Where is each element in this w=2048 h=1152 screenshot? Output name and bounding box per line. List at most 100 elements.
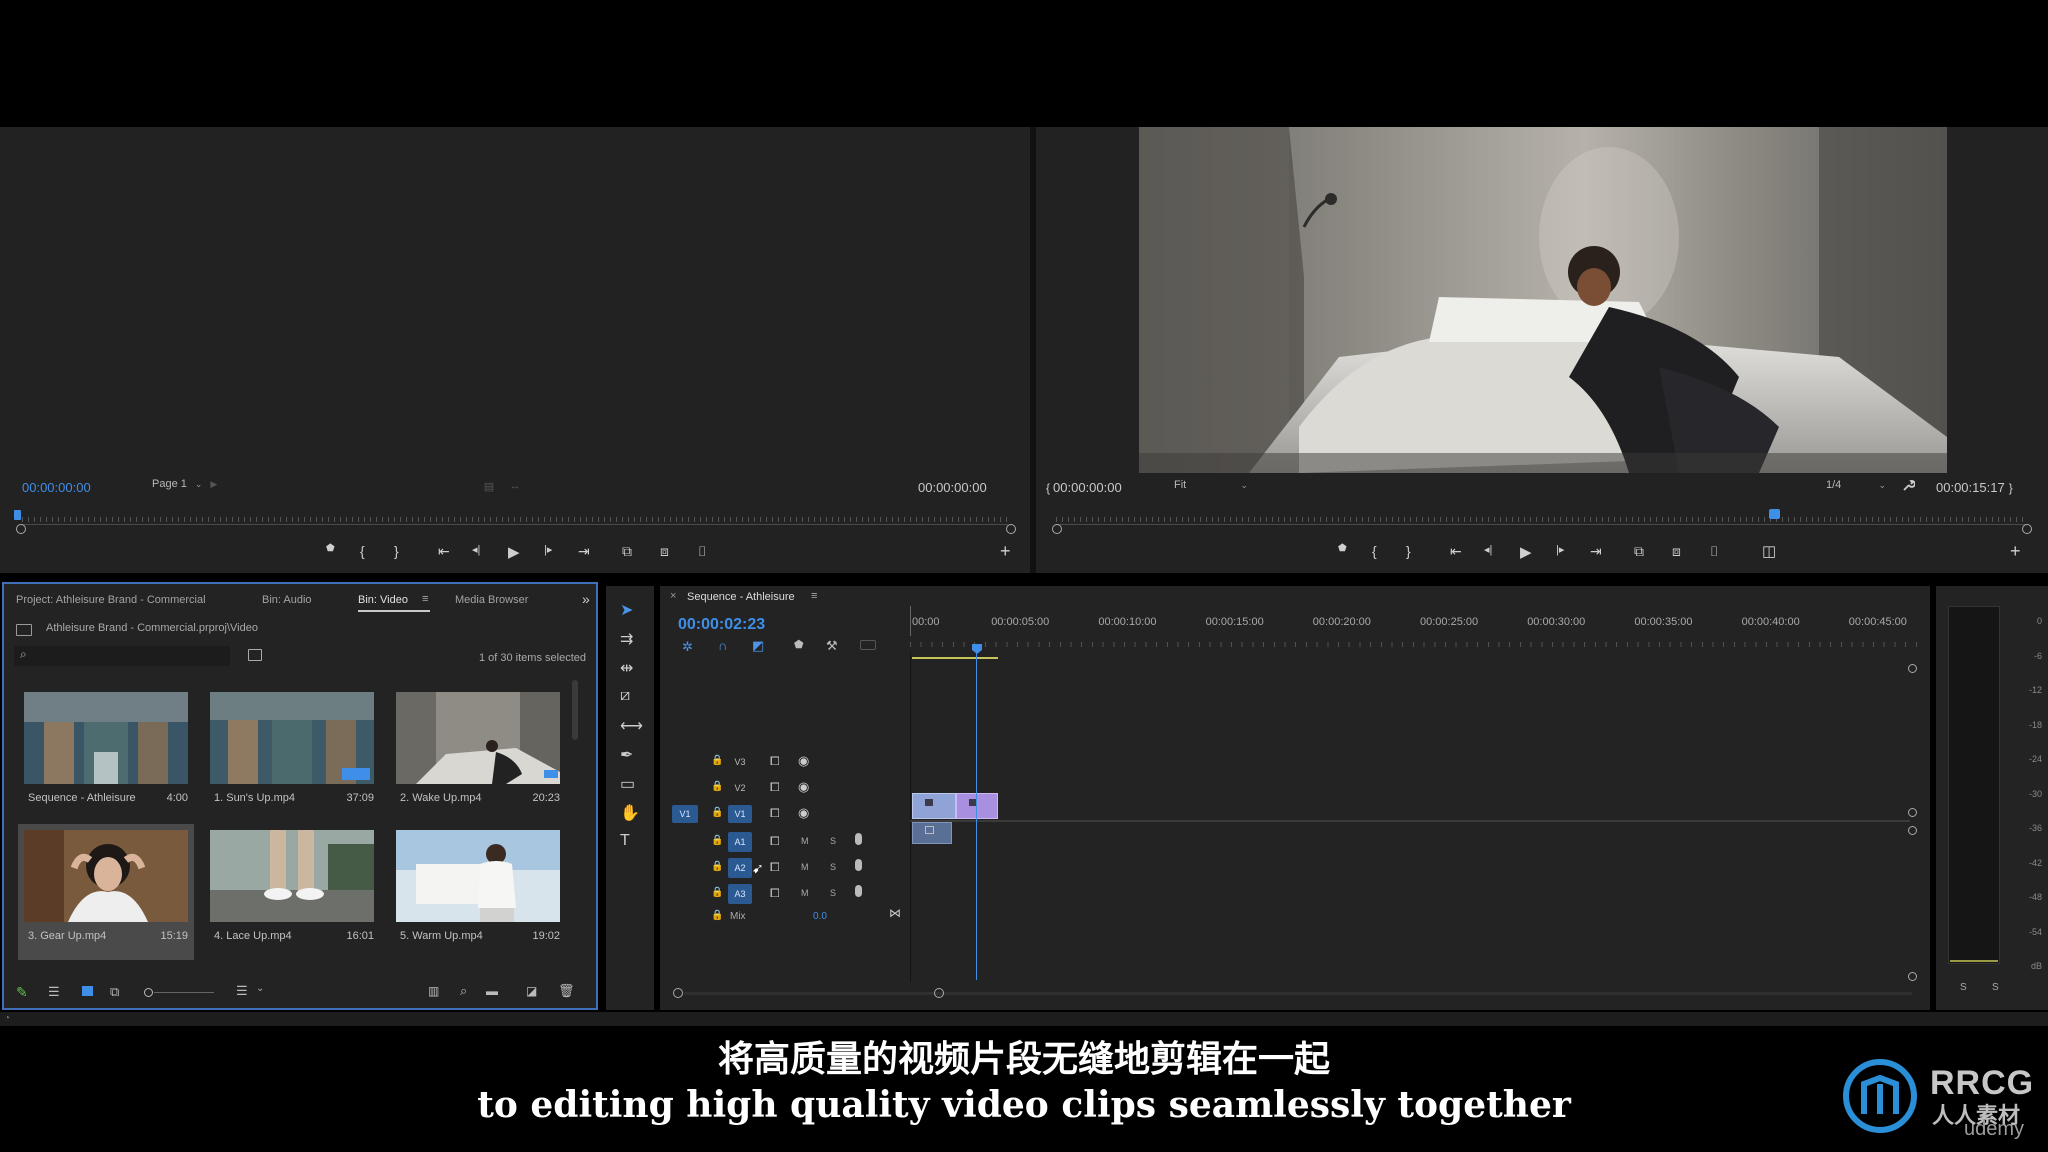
go-to-out-icon[interactable]: ⇥: [1590, 543, 1602, 560]
timeline-timecode[interactable]: 00:00:02:23: [678, 616, 765, 634]
pen-tool-icon[interactable]: ✒: [620, 745, 633, 765]
track-target-toggle[interactable]: V2: [728, 779, 752, 797]
slip-tool-icon[interactable]: ⟷: [620, 716, 643, 736]
sync-lock-icon[interactable]: ⧠: [770, 806, 780, 821]
hscroll-handle-right[interactable]: [934, 988, 944, 998]
marker-icon[interactable]: ⬟: [326, 543, 335, 554]
program-zoom-handle-left[interactable]: [1052, 524, 1062, 534]
page-select[interactable]: Page 1 ⌄ ▶: [152, 478, 217, 490]
solo-button[interactable]: S: [830, 862, 836, 872]
sync-lock-icon[interactable]: ⧠: [770, 834, 780, 849]
vscroll-handle-mid2[interactable]: [1908, 826, 1917, 835]
trash-icon[interactable]: 🗑: [558, 983, 575, 999]
overflow-chevrons-icon[interactable]: »: [582, 591, 590, 607]
media-thumbnail[interactable]: [396, 830, 560, 922]
go-to-in-icon[interactable]: ⇤: [1450, 543, 1462, 560]
mark-in-icon[interactable]: {: [360, 543, 365, 559]
play-icon[interactable]: ▶: [508, 543, 520, 561]
lock-icon[interactable]: 🔒: [711, 807, 723, 818]
list-view-icon[interactable]: ☰: [48, 984, 60, 1000]
sort-icon[interactable]: ☰: [236, 983, 248, 999]
program-video-frame[interactable]: [1139, 127, 1947, 473]
snap-magnet-icon[interactable]: ∩: [718, 638, 727, 653]
hscroll-track[interactable]: [684, 992, 1912, 995]
program-playhead[interactable]: [1768, 509, 1780, 519]
step-forward-icon[interactable]: |▸: [544, 543, 552, 556]
mix-value[interactable]: 0.0: [813, 911, 827, 922]
play-icon[interactable]: ▶: [1520, 543, 1532, 561]
sync-lock-icon[interactable]: ⧠: [770, 754, 780, 769]
audio-clip-a1[interactable]: [912, 822, 952, 844]
zoom-slider[interactable]: [144, 988, 218, 998]
program-timecode[interactable]: 00:00:00:00: [1053, 480, 1122, 495]
voiceover-mic-icon[interactable]: [855, 859, 862, 871]
type-tool-icon[interactable]: T: [620, 832, 630, 850]
bowtie-icon[interactable]: ⋈: [889, 906, 901, 920]
marker-icon[interactable]: ⬟: [1338, 543, 1347, 554]
source-scrub-bar[interactable]: [22, 524, 1008, 525]
button-editor-plus-icon[interactable]: +: [1000, 541, 1011, 562]
solo-right-button[interactable]: S: [1992, 982, 1999, 993]
panel-menu-icon[interactable]: ≡: [811, 590, 817, 602]
eye-icon[interactable]: ◉: [798, 753, 809, 769]
wrench-icon[interactable]: ⚒: [826, 638, 838, 654]
lock-icon[interactable]: 🔒: [711, 887, 723, 898]
work-area-bar[interactable]: [912, 657, 998, 659]
insert-icon[interactable]: ⧉: [622, 543, 632, 560]
pencil-icon[interactable]: ✎: [16, 984, 28, 1001]
track-target-toggle[interactable]: A1: [728, 832, 752, 852]
tab-project[interactable]: Project: Athleisure Brand - Commercial: [16, 594, 206, 606]
source-timecode[interactable]: 00:00:00:00: [22, 480, 91, 495]
video-clip-a[interactable]: [912, 793, 956, 819]
tab-bin-video[interactable]: Bin: Video: [358, 594, 408, 606]
sync-lock-icon[interactable]: ⧠: [770, 860, 780, 875]
media-thumbnail[interactable]: [396, 692, 560, 784]
source-zoom-handle-left[interactable]: [16, 524, 26, 534]
solo-left-button[interactable]: S: [1960, 982, 1967, 993]
media-thumbnail[interactable]: [210, 692, 374, 784]
vscroll-handle-mid[interactable]: [1908, 808, 1917, 817]
video-clip-b[interactable]: [956, 793, 998, 819]
search-input[interactable]: ⌕: [14, 646, 230, 666]
step-back-icon[interactable]: ◂|: [1484, 543, 1492, 556]
solo-button[interactable]: S: [830, 888, 836, 898]
wrench-icon[interactable]: [1900, 477, 1916, 493]
timeline-playhead[interactable]: [972, 644, 982, 654]
zoom-select[interactable]: Fit ⌄: [1174, 479, 1248, 491]
new-bin-icon[interactable]: ▬: [486, 984, 498, 998]
hscroll-handle-left[interactable]: [673, 988, 683, 998]
overwrite-icon[interactable]: ⧈: [1672, 543, 1681, 560]
mute-button[interactable]: M: [801, 836, 809, 846]
track-target-toggle[interactable]: A2: [728, 858, 752, 878]
freeform-view-icon[interactable]: ⧉: [110, 984, 119, 1000]
vscroll-handle-top[interactable]: [1908, 664, 1917, 673]
voiceover-mic-icon[interactable]: [855, 885, 862, 897]
rectangle-tool-icon[interactable]: ▭: [620, 774, 635, 794]
media-thumbnail[interactable]: [24, 692, 188, 784]
program-zoom-handle-right[interactable]: [2022, 524, 2032, 534]
mark-out-icon[interactable]: }: [394, 543, 399, 559]
new-item-icon[interactable]: ◪: [526, 984, 537, 998]
lock-icon[interactable]: 🔒: [711, 781, 723, 792]
source-patch-v1[interactable]: V1: [672, 805, 698, 823]
video-audio-divider[interactable]: [910, 820, 1910, 822]
track-target-toggle[interactable]: V3: [728, 753, 752, 771]
program-time-ruler[interactable]: [1056, 517, 2026, 522]
monitor-divider[interactable]: [1030, 127, 1036, 573]
sequence-tab[interactable]: Sequence - Athleisure: [687, 591, 795, 603]
button-editor-plus-icon[interactable]: +: [2010, 541, 2021, 562]
source-playhead[interactable]: [14, 510, 21, 520]
close-tab-icon[interactable]: ×: [670, 590, 676, 602]
nest-icon[interactable]: ✲: [682, 639, 693, 655]
eye-icon[interactable]: ◉: [798, 805, 809, 821]
new-search-bin-icon[interactable]: [248, 649, 262, 661]
go-to-out-icon[interactable]: ⇥: [578, 543, 590, 560]
captions-icon[interactable]: [860, 640, 876, 650]
mute-button[interactable]: M: [801, 888, 809, 898]
eye-icon[interactable]: ◉: [798, 779, 809, 795]
sync-lock-icon[interactable]: ⧠: [770, 886, 780, 901]
voiceover-mic-icon[interactable]: [855, 833, 862, 845]
razor-tool-icon[interactable]: ⧄: [620, 687, 630, 705]
ripple-edit-tool-icon[interactable]: ⇹: [620, 658, 633, 678]
chevron-down-icon[interactable]: ⌄: [256, 983, 264, 994]
